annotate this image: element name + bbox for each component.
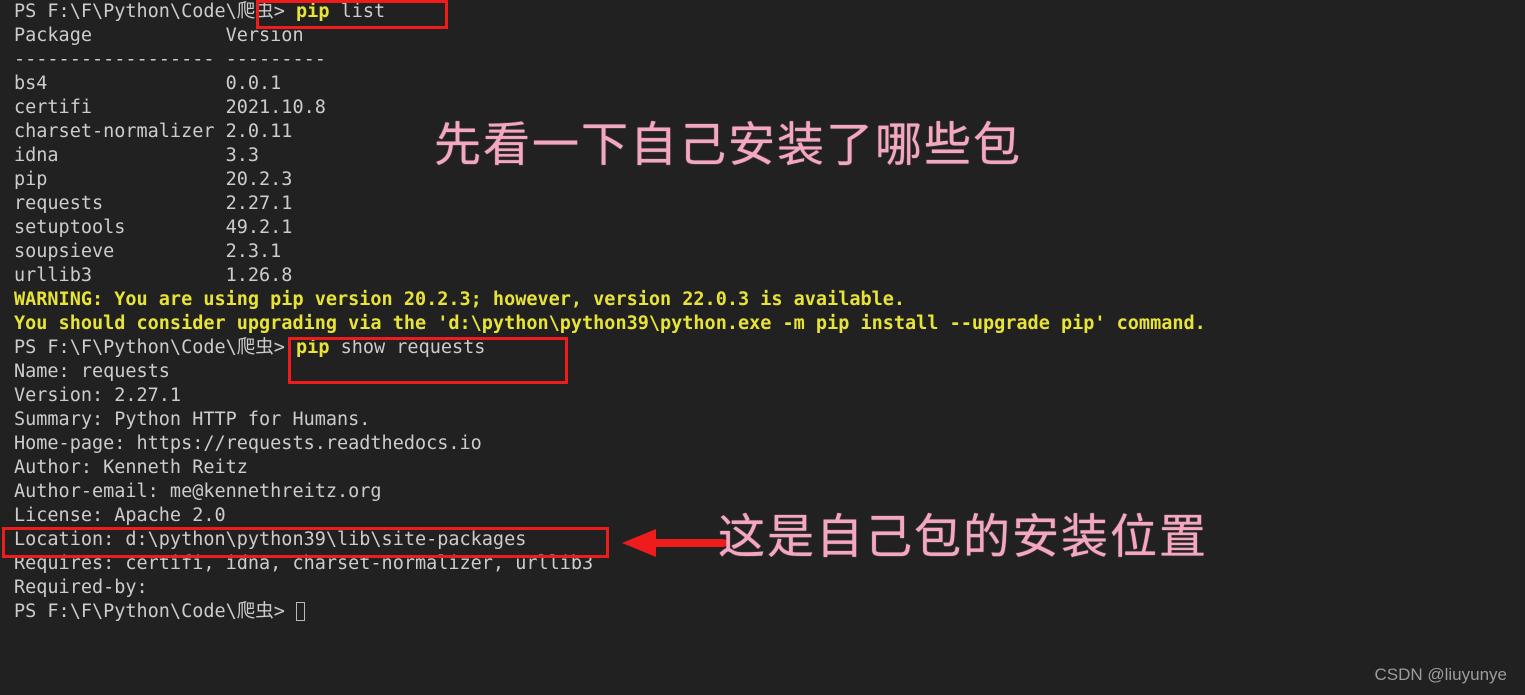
field-name: Name: requests bbox=[14, 361, 170, 382]
watermark-text: CSDN @liuyunye bbox=[1374, 665, 1507, 684]
terminal-screenshot: PS F:\F\Python\Code\爬虫> pip list Package… bbox=[0, 0, 1525, 695]
table-row: soupsieve 2.3.1 bbox=[14, 241, 282, 262]
table-row: requests 2.27.1 bbox=[14, 193, 293, 214]
field-author-email: Author-email: me@kennethreitz.org bbox=[14, 481, 382, 502]
red-arrow-icon bbox=[622, 529, 727, 557]
command-args: list bbox=[329, 1, 386, 22]
warning-line: You should consider upgrading via the 'd… bbox=[14, 312, 1514, 336]
field-version: Version: 2.27.1 bbox=[14, 385, 182, 406]
warning-line: WARNING: You are using pip version 20.2.… bbox=[14, 288, 1514, 312]
shell-prompt: PS F:\F\Python\Code\爬虫> bbox=[14, 337, 297, 358]
field-home-page: Home-page: https://requests.readthedocs.… bbox=[14, 433, 482, 454]
shell-prompt: PS F:\F\Python\Code\爬虫> bbox=[14, 1, 297, 22]
warning-text: WARNING: You are using pip version 20.2.… bbox=[14, 289, 906, 310]
annotation-top-note: 先看一下自己安装了哪些包 bbox=[434, 118, 1022, 173]
table-row: setuptools 49.2.1 bbox=[14, 217, 293, 238]
terminal-line-prompt-final: PS F:\F\Python\Code\爬虫> bbox=[14, 600, 1514, 624]
command-args: show requests bbox=[329, 337, 486, 358]
shell-prompt: PS F:\F\Python\Code\爬虫> bbox=[14, 601, 297, 622]
command-keyword: pip bbox=[296, 337, 330, 358]
field-required-by: Required-by: bbox=[14, 577, 148, 598]
command-keyword: pip bbox=[296, 1, 330, 22]
text-cursor bbox=[296, 602, 306, 621]
annotation-bottom-note: 这是自己包的安装位置 bbox=[718, 510, 1208, 565]
warning-text: You should consider upgrading via the 'd… bbox=[14, 313, 1206, 334]
field-author: Author: Kenneth Reitz bbox=[14, 457, 248, 478]
terminal-line-prompt-pip-show: PS F:\F\Python\Code\爬虫> pip show request… bbox=[14, 336, 1514, 360]
table-row: bs4 0.0.1 bbox=[14, 73, 282, 94]
table-row: certifi 2021.10.8 bbox=[14, 97, 326, 118]
table-header: Package Version bbox=[14, 25, 304, 46]
table-row: urllib3 1.26.8 bbox=[14, 265, 293, 286]
table-divider: ------------------ --------- bbox=[14, 49, 326, 70]
field-summary: Summary: Python HTTP for Humans. bbox=[14, 409, 371, 430]
terminal-line-prompt-pip-list: PS F:\F\Python\Code\爬虫> pip list bbox=[14, 0, 1514, 24]
